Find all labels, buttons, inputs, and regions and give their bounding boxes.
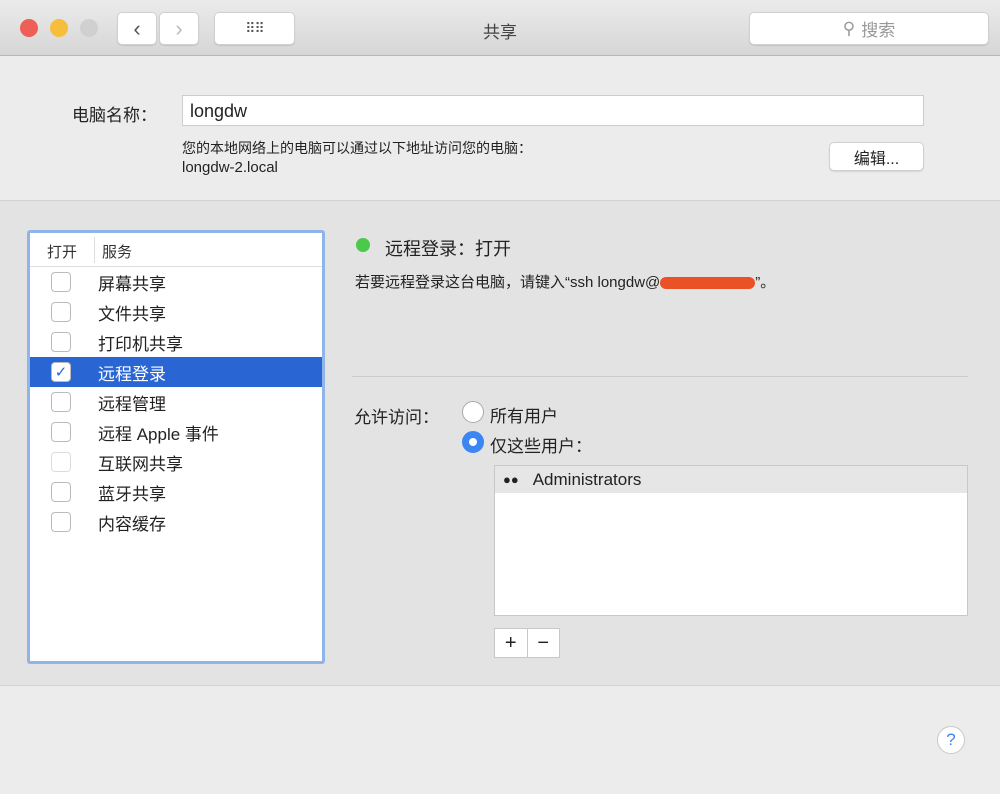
header-on[interactable]: 打开 [47,241,77,262]
service-checkbox[interactable] [51,272,71,292]
service-row[interactable]: 打印机共享 [30,327,322,357]
instruction-prefix: 若要远程登录这台电脑，请键入“ssh longdw@ [355,274,661,291]
service-checkbox[interactable]: ✓ [51,362,71,382]
computer-name-input[interactable]: longdw [182,95,924,126]
status-title: 远程登录：打开 [385,239,511,259]
computer-name-label: 电脑名称： [72,106,157,125]
service-checkbox[interactable] [51,422,71,442]
radio-all-users[interactable] [462,401,484,423]
help-button[interactable]: ? [937,726,965,754]
service-label: 远程登录 [98,364,166,384]
redaction-mark [660,277,756,290]
service-checkbox[interactable] [51,452,71,472]
group-icon: ●● [503,472,519,487]
service-label: 打印机共享 [98,334,183,354]
service-row[interactable]: 蓝牙共享 [30,477,322,507]
status-indicator [356,238,370,252]
ssh-instruction: 若要远程登录这台电脑，请键入“ssh longdw@ ”。 [355,271,775,292]
service-checkbox[interactable] [51,392,71,412]
service-label: 屏幕共享 [98,274,166,294]
search-field[interactable]: ⚲ 搜索 [749,12,989,45]
edit-button[interactable]: 编辑... [829,142,924,171]
service-label: 内容缓存 [98,514,166,534]
service-row[interactable]: 内容缓存 [30,507,322,537]
service-label: 互联网共享 [98,454,183,474]
service-label: 远程 Apple 事件 [98,424,219,444]
services-list[interactable]: 打开 服务 屏幕共享文件共享打印机共享 ✓ 远程登录远程管理远程 Apple 事件互… [27,230,325,664]
service-checkbox[interactable] [51,482,71,502]
radio-only-users[interactable] [462,431,484,453]
users-list[interactable]: ●● Administrators [494,465,968,616]
remove-user-button[interactable]: − [528,629,560,657]
address-note: 您的本地网络上的电脑可以通过以下地址访问您的电脑： [182,140,532,156]
service-row[interactable]: 互联网共享 [30,447,322,477]
add-user-button[interactable]: + [495,629,528,657]
radio-only-users-label[interactable]: 仅这些用户： [490,432,592,457]
service-label: 文件共享 [98,304,166,324]
list-header: 打开 服务 [30,233,322,267]
service-checkbox[interactable] [51,512,71,532]
service-row[interactable]: 远程 Apple 事件 [30,417,322,447]
search-icon: ⚲ [842,18,856,38]
service-label: 远程管理 [98,394,166,414]
title-bar: ‹ › ⠿⠿ 共享 ⚲ 搜索 [0,0,1000,56]
header-service[interactable]: 服务 [102,241,132,262]
radio-all-users-label[interactable]: 所有用户 [490,402,558,427]
user-name: Administrators [532,469,642,489]
instruction-suffix: ”。 [755,274,776,291]
service-label: 蓝牙共享 [98,484,166,504]
search-placeholder: 搜索 [861,21,896,40]
service-checkbox[interactable] [51,332,71,352]
local-address: longdw-2.local [182,159,278,176]
service-row[interactable]: 远程管理 [30,387,322,417]
access-label: 允许访问： [354,408,439,427]
service-row[interactable]: 文件共享 [30,297,322,327]
user-row[interactable]: ●● Administrators [495,466,967,493]
divider [352,376,968,377]
service-row[interactable]: 屏幕共享 [30,267,322,297]
user-buttons: + − [494,628,560,658]
service-checkbox[interactable] [51,302,71,322]
service-row[interactable]: ✓ 远程登录 [30,357,322,387]
